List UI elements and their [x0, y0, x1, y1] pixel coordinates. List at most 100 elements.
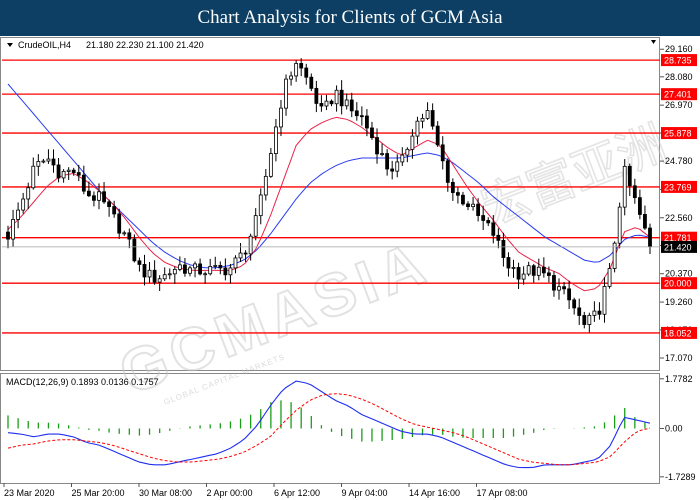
macd-label: MACD(12,26,9) 0.1893 0.0136 0.1757 [6, 377, 159, 387]
price-tick-label: 29.160 [665, 44, 693, 54]
bull-candle-body [188, 267, 192, 274]
bear-candle-body [142, 264, 147, 278]
price-tick-label: 28.080 [665, 72, 693, 82]
bull-candle-body [395, 161, 400, 172]
bull-candle-body [21, 198, 26, 211]
bull-candle-body [11, 219, 15, 240]
bear-candle-body [648, 227, 652, 247]
bull-candle-body [617, 206, 622, 244]
bull-candle-body [172, 268, 177, 275]
bull-candle-body [213, 265, 218, 267]
bull-candle-body [274, 126, 278, 154]
candle [612, 241, 617, 273]
bull-candle-body [289, 75, 293, 80]
bear-candle-body [354, 110, 359, 117]
bull-candle-body [279, 107, 283, 128]
time-tick-label: 30 Mar 08:00 [139, 488, 192, 498]
bull-candle-body [258, 194, 263, 217]
level-tag-label: 27.401 [664, 90, 692, 100]
bear-candle-body [365, 115, 369, 129]
bear-candle-body [390, 168, 395, 172]
bull-candle-body [344, 99, 349, 107]
bull-candle-body [284, 78, 288, 109]
bull-candle-body [16, 209, 21, 220]
bear-candle-body [309, 76, 314, 89]
bear-candle-body [486, 220, 491, 224]
bear-candle-body [506, 257, 511, 269]
time-tick-label: 9 Apr 04:00 [342, 488, 388, 498]
bear-candle-body [450, 181, 455, 193]
bull-candle-body [521, 273, 526, 280]
bear-candle-body [152, 269, 157, 283]
bull-candle-body [324, 100, 329, 107]
bear-candle-body [637, 197, 642, 215]
bull-candle-body [26, 187, 31, 200]
bear-candle-body [445, 160, 450, 183]
bear-candle-body [496, 234, 501, 241]
bull-candle-body [66, 169, 71, 172]
bear-candle-body [461, 194, 465, 205]
bear-candle-body [577, 307, 582, 316]
bear-candle-body [546, 272, 551, 276]
bull-candle-body [511, 267, 516, 269]
bear-candle-body [516, 267, 521, 280]
bull-candle-body [248, 235, 253, 255]
bear-candle-body [92, 195, 96, 201]
level-tag-label: 18.052 [664, 328, 692, 338]
bear-candle-body [552, 275, 556, 291]
bull-candle-body [208, 266, 213, 275]
bear-candle-body [6, 231, 10, 240]
chart-title: Chart Analysis for Clients of GCM Asia [0, 0, 700, 36]
bear-candle-body [314, 87, 319, 104]
price-tick-label: 22.560 [665, 213, 693, 223]
bull-candle-body [471, 203, 475, 208]
bull-candle-body [203, 273, 208, 276]
bear-candle-body [329, 100, 334, 105]
chart-area: GCMASIA 宏富亚洲 GLOBAL CAPITAL MARKETS 29.1… [0, 37, 697, 498]
bear-candle-body [476, 203, 481, 216]
bear-candle-body [562, 286, 566, 290]
bull-candle-body [41, 160, 46, 163]
bear-candle-body [440, 144, 445, 162]
bear-candle-body [481, 215, 486, 221]
bull-candle-body [233, 257, 238, 269]
bull-candle-body [405, 148, 410, 156]
level-tag-label: 23.769 [664, 182, 692, 192]
bear-candle-body [319, 103, 324, 107]
bear-candle-body [531, 265, 536, 276]
bear-candle-body [501, 239, 506, 258]
bear-candle-body [81, 174, 86, 192]
bull-candle-body [147, 269, 152, 278]
bear-candle-body [491, 222, 496, 236]
bear-candle-body [132, 238, 137, 262]
bear-candle-body [56, 164, 61, 179]
bull-candle-body [607, 268, 612, 287]
bull-candle-body [193, 263, 197, 269]
bear-candle-body [107, 201, 112, 207]
bull-candle-body [294, 63, 299, 77]
time-tick-label: 14 Apr 16:00 [409, 488, 460, 498]
bear-candle-body [137, 260, 142, 265]
bear-candle-body [198, 263, 202, 275]
bear-candle-body [218, 265, 223, 269]
time-tick-label: 25 Mar 20:00 [72, 488, 125, 498]
bull-candle-body [380, 153, 384, 155]
bear-candle-body [597, 310, 602, 315]
bull-candle-body [592, 310, 597, 316]
bull-candle-body [122, 232, 127, 235]
bear-candle-body [567, 288, 572, 301]
level-tag-label: 28.735 [664, 56, 692, 66]
bear-candle-body [456, 192, 460, 196]
bull-candle-body [263, 175, 268, 196]
time-tick-label: 17 Apr 08:00 [477, 488, 528, 498]
bear-candle-body [466, 203, 470, 208]
bear-candle-body [385, 153, 390, 170]
price-tick-label: 17.070 [665, 353, 693, 363]
bull-candle-body [157, 278, 162, 283]
level-tag-label: 20.000 [664, 279, 692, 289]
bear-candle-body [299, 63, 304, 69]
bull-candle-body [420, 117, 425, 122]
bull-candle-body [36, 161, 41, 167]
bull-candle-body [415, 120, 420, 137]
bear-candle-body [223, 267, 228, 276]
